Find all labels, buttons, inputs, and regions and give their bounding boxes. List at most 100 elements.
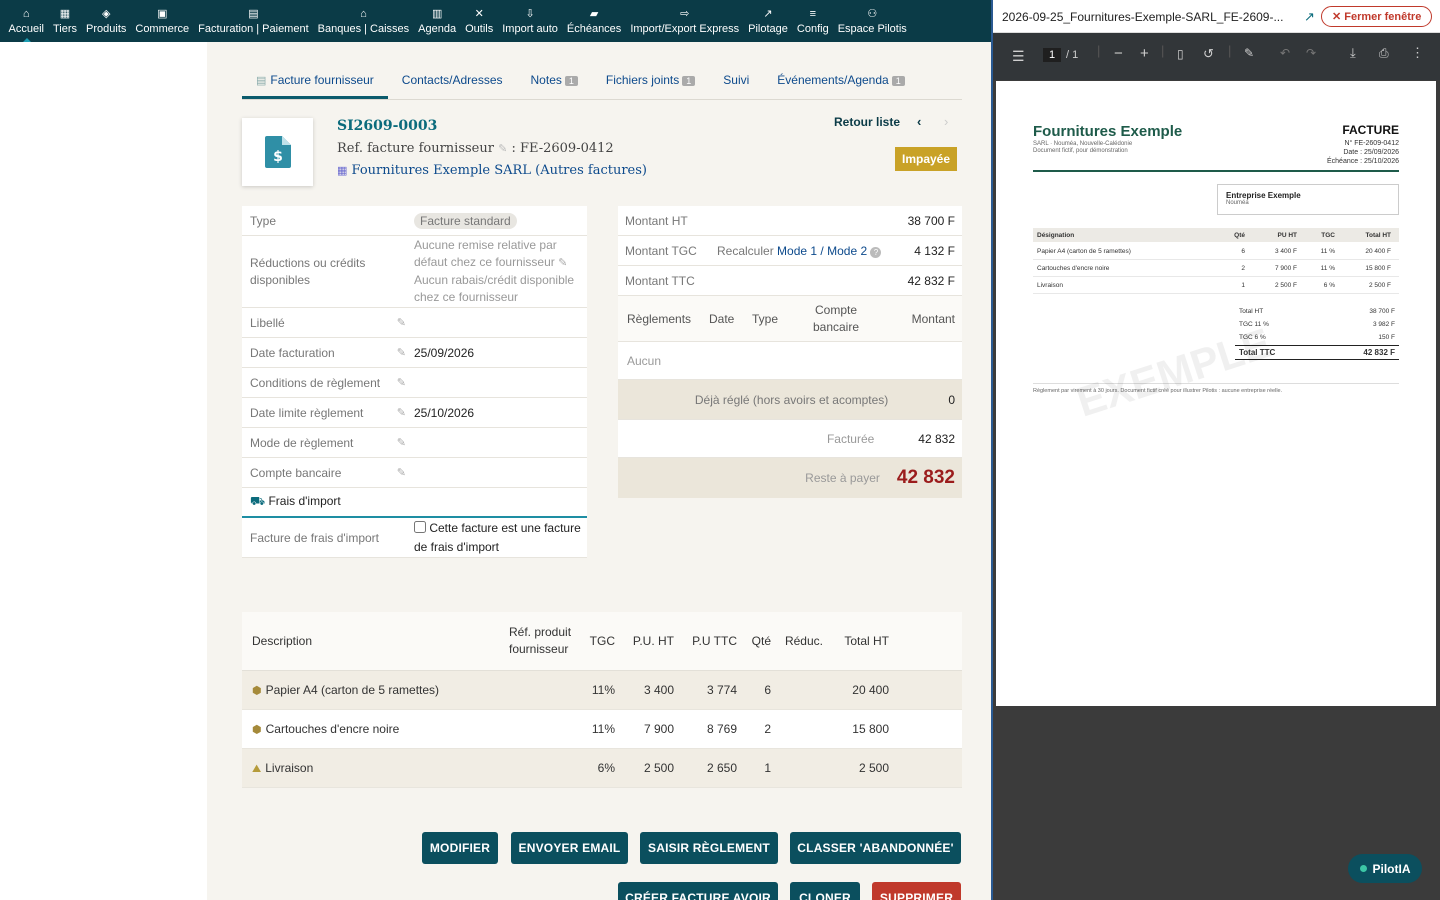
- nav-item-import-export-express[interactable]: ⇨ Import/Export Express: [626, 0, 744, 42]
- line-cell: 6: [764, 683, 771, 697]
- col-header: Réf. produit fournisseur: [509, 625, 572, 656]
- pencil-icon[interactable]: ✎: [397, 346, 406, 360]
- other-invoices-link[interactable]: (Autres factures): [535, 163, 647, 178]
- file-import-icon: ⇩: [525, 7, 535, 20]
- tab-suivi[interactable]: Suivi: [723, 68, 749, 99]
- pdf-col: Qté: [1234, 231, 1245, 239]
- nav-label: Import/Export Express: [630, 22, 740, 35]
- nav-item-facturation-paiement[interactable]: ▤ Facturation | Paiement: [194, 0, 313, 42]
- modify-button[interactable]: MODIFIER: [422, 832, 498, 864]
- line-cell: 7 900: [643, 722, 674, 736]
- nav-item-tiers[interactable]: ▦ Tiers: [48, 0, 81, 42]
- delete-button[interactable]: SUPPRIMER: [872, 882, 961, 900]
- tab-label: Événements/Agenda: [777, 73, 889, 87]
- file-invoice-icon: ▤: [248, 7, 259, 20]
- pencil-icon[interactable]: ✎: [558, 257, 567, 269]
- pencil-icon[interactable]: ✎: [397, 466, 406, 480]
- print-icon[interactable]: ⎙: [1379, 46, 1389, 61]
- tab-contacts-adresses[interactable]: Contacts/Adresses: [402, 68, 503, 99]
- payment-button[interactable]: SAISIR RÈGLEMENT: [640, 832, 778, 864]
- pdf-cell: Cartouches d'encre noire: [1037, 264, 1110, 272]
- tab--v-nements-agenda[interactable]: Événements/Agenda 1: [777, 68, 905, 99]
- pdf-watermark: EXEMPLE: [1071, 318, 1277, 426]
- sidebar-toggle-icon[interactable]: ☰: [1012, 48, 1025, 65]
- tab-label: Suivi: [723, 73, 750, 87]
- prev-record-icon[interactable]: ‹: [917, 114, 921, 129]
- file-export-icon: ⇨: [680, 7, 690, 20]
- mode1-link[interactable]: Mode 1: [777, 244, 817, 258]
- pencil-icon[interactable]: ✎: [498, 142, 507, 155]
- no-payment: Aucun: [627, 353, 662, 368]
- pencil-icon[interactable]: ✎: [397, 376, 406, 390]
- nav-item-pilotage[interactable]: ↗ Pilotage: [744, 0, 793, 42]
- nav-item-agenda[interactable]: ▥ Agenda: [414, 0, 461, 42]
- more-options-icon[interactable]: ⋮: [1411, 45, 1424, 61]
- clone-button[interactable]: CLONER: [790, 882, 860, 900]
- nav-item-import-auto[interactable]: ⇩ Import auto: [498, 0, 563, 42]
- cube-icon: ◈: [101, 7, 111, 20]
- back-to-list-link[interactable]: Retour liste: [834, 115, 900, 129]
- fit-page-icon[interactable]: ▯: [1177, 47, 1184, 61]
- nav-item--ch-ances[interactable]: ▰ Échéances: [562, 0, 625, 42]
- nav-item-config[interactable]: ≡ Config: [792, 0, 833, 42]
- tab-label: Facture fournisseur: [270, 73, 374, 87]
- table-row[interactable]: ⬢ Cartouches d'encre noire 11% 7 900 8 769 2 1…: [242, 710, 962, 749]
- ttc-value: 42 832 F: [907, 273, 955, 288]
- annotate-icon[interactable]: ✎: [1244, 46, 1254, 60]
- invoice-ref: SI2609-0003: [337, 118, 438, 134]
- close-window-button[interactable]: ✕ Fermer fenêtre: [1321, 6, 1433, 27]
- nav-label: Import auto: [502, 22, 558, 35]
- briefcase-icon: ▣: [157, 7, 168, 20]
- table-row[interactable]: ⬢ Papier A4 (carton de 5 ramettes) 11% 3 40…: [242, 671, 962, 710]
- pdf-cell: 2 500 F: [1368, 281, 1391, 289]
- import-checkbox-label[interactable]: Cette facture est une facture de frais d…: [414, 521, 581, 554]
- rotate-icon[interactable]: ↺: [1203, 46, 1214, 62]
- col-header: P.U TTC: [692, 634, 737, 648]
- date-label: Date facturation: [250, 345, 335, 360]
- nav-item-outils[interactable]: ✕ Outils: [461, 0, 498, 42]
- payments-col: Compte bancaire: [812, 302, 860, 334]
- mode2-link[interactable]: Mode 2: [827, 244, 867, 258]
- tab-count-badge: 1: [564, 76, 578, 86]
- nav-item-commerce[interactable]: ▣ Commerce: [131, 0, 194, 42]
- open-external-icon[interactable]: ↗: [1304, 9, 1315, 25]
- pdf-cell: Livraison: [1037, 281, 1064, 289]
- line-cell: 8 769: [706, 722, 737, 736]
- nav-label: Accueil: [8, 22, 44, 35]
- lines-header: Description Réf. produit fournisseur TGC…: [242, 612, 962, 671]
- nav-item-espace-pilotis[interactable]: ⚇ Espace Pilotis: [833, 0, 911, 42]
- pdf-rule: [1033, 170, 1399, 172]
- help-icon[interactable]: ?: [870, 246, 882, 258]
- pencil-icon[interactable]: ✎: [397, 436, 406, 450]
- table-row[interactable]: ⛰ Livraison 6% 2 500 2 650 1 2 500: [242, 749, 962, 788]
- pdf-total-row: Total HT 38 700 F: [1239, 305, 1399, 318]
- nav-item-banques-caisses[interactable]: ⌂ Banques | Caisses: [313, 0, 414, 42]
- page-number-input[interactable]: 1: [1043, 48, 1062, 62]
- pencil-icon[interactable]: ✎: [397, 316, 406, 330]
- create-credit-note-button[interactable]: CRÉER FACTURE AVOIR: [618, 882, 778, 900]
- nav-item-accueil[interactable]: ⌂ Accueil: [4, 0, 48, 42]
- home-icon: ⌂: [22, 7, 30, 20]
- building-icon: ▦: [337, 164, 348, 177]
- zoom-out-icon[interactable]: −: [1114, 45, 1123, 62]
- tab-facture-fournisseur[interactable]: ▤ Facture fournisseur: [242, 68, 388, 99]
- pdf-col: TGC: [1321, 231, 1335, 239]
- preview-header: 2026-09-25_Fournitures-Exemple-SARL_FE-2…: [993, 0, 1440, 33]
- pencil-icon[interactable]: ✎: [397, 406, 406, 420]
- invoice-lines: Description Réf. produit fournisseur TGC…: [242, 612, 962, 788]
- supplier-link[interactable]: Fournitures Exemple SARL: [352, 163, 531, 178]
- col-header: Réduc.: [784, 634, 823, 648]
- send-email-button[interactable]: ENVOYER EMAIL: [511, 832, 628, 864]
- download-icon[interactable]: ⤓: [1350, 45, 1356, 61]
- nav-item-produits[interactable]: ◈ Produits: [82, 0, 131, 42]
- pdf-toolbar: ☰ 1 / 1 | − + | ▯ ↺ | ✎ ↶ ↷ ⤓ ⎙ ⋮: [993, 33, 1440, 80]
- import-checkbox[interactable]: [414, 520, 426, 533]
- classify-abandoned-button[interactable]: CLASSER 'ABANDONNÉE': [790, 832, 961, 864]
- assistant-button[interactable]: PilotIA: [1348, 854, 1422, 883]
- zoom-in-icon[interactable]: +: [1140, 45, 1149, 62]
- tab-notes[interactable]: Notes 1: [531, 68, 578, 99]
- tab-fichiers-joints[interactable]: Fichiers joints 1: [606, 68, 696, 99]
- product-box-icon: ⬢: [252, 685, 262, 697]
- line-cell: 2: [764, 722, 771, 736]
- tgc-label: Montant TGC: [625, 243, 697, 258]
